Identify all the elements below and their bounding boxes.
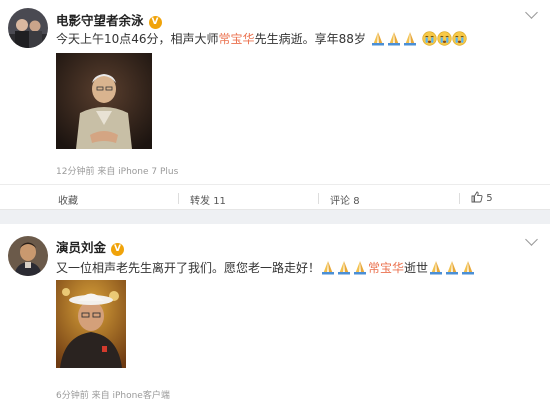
verified-badge-icon: V — [111, 243, 125, 256]
like-button[interactable]: 5 — [459, 191, 493, 204]
crying-emoji-group — [421, 31, 467, 46]
post-meta: 6分钟前 来自 iPhone客户端 — [56, 391, 170, 401]
post-text-part: 又一位相声老先生离开了我们。愿您老一路走好！ — [56, 261, 321, 275]
crying-emoji-icon — [451, 31, 467, 46]
like-count: 5 — [486, 193, 493, 204]
post-photo[interactable] — [56, 280, 126, 368]
highlight-link[interactable]: 常宝华 — [219, 32, 255, 46]
post-text: 今天上午10点46分，相声大师常宝华先生病逝。享年88岁 — [56, 30, 467, 47]
prayer-emoji-icon — [403, 32, 416, 46]
prayer-emoji-icon — [338, 261, 351, 275]
divider — [459, 193, 460, 204]
crying-emoji-icon — [421, 31, 437, 46]
highlight-link[interactable]: 常宝华 — [368, 261, 404, 275]
prayer-emoji-icon — [462, 261, 475, 275]
avatar[interactable] — [8, 8, 48, 48]
divider — [318, 193, 319, 204]
favorite-label: 收藏 — [58, 196, 78, 207]
prayer-emoji-group — [320, 261, 368, 275]
repost-button[interactable]: 转发 11 — [178, 192, 226, 207]
chevron-down-icon[interactable] — [525, 6, 538, 19]
chevron-down-icon[interactable] — [525, 233, 538, 246]
post-meta: 12分钟前 来自 iPhone 7 Plus — [56, 167, 179, 177]
post-text: 又一位相声老先生离开了我们。愿您老一路走好！ 常宝华逝世 — [56, 259, 476, 276]
prayer-emoji-icon — [430, 261, 443, 275]
weibo-post-card: 演员刘金 V 又一位相声老先生离开了我们。愿您老一路走好！ 常宝华逝世 6分钟前 来… — [0, 224, 550, 406]
author-name[interactable]: 演员刘金 V — [56, 237, 125, 256]
repost-label: 转发 — [190, 196, 210, 207]
post-photo[interactable] — [56, 53, 152, 149]
repost-count: 11 — [213, 196, 226, 207]
weibo-post-card: 电影守望者余泳 V 今天上午10点46分，相声大师常宝华先生病逝。享年88岁 12… — [0, 0, 550, 210]
prayer-emoji-icon — [371, 32, 384, 46]
post-text-part: 先生病逝。享年88岁 — [254, 32, 366, 46]
post-text-part: 今天上午10点46分，相声大师 — [56, 32, 219, 46]
crying-emoji-icon — [436, 31, 452, 46]
divider — [178, 193, 179, 204]
verified-badge-icon: V — [148, 16, 162, 29]
prayer-emoji-icon — [387, 32, 400, 46]
prayer-emoji-icon — [446, 261, 459, 275]
comment-label: 评论 — [330, 196, 350, 207]
prayer-emoji-group — [370, 32, 422, 46]
prayer-emoji-icon — [322, 261, 335, 275]
comment-count: 8 — [353, 196, 360, 207]
author-name[interactable]: 电影守望者余泳 V — [56, 10, 162, 29]
action-bar: 收藏 转发 11 评论 8 5 — [0, 184, 550, 210]
prayer-emoji-group — [428, 261, 476, 275]
favorite-button[interactable]: 收藏 — [58, 192, 78, 207]
thumbs-up-icon — [471, 191, 483, 203]
post-text-part: 逝世 — [404, 261, 429, 275]
avatar[interactable] — [8, 236, 48, 276]
author-name-text[interactable]: 演员刘金 — [56, 240, 106, 255]
comment-button[interactable]: 评论 8 — [318, 192, 360, 207]
author-name-text[interactable]: 电影守望者余泳 — [56, 13, 144, 28]
prayer-emoji-icon — [354, 261, 367, 275]
